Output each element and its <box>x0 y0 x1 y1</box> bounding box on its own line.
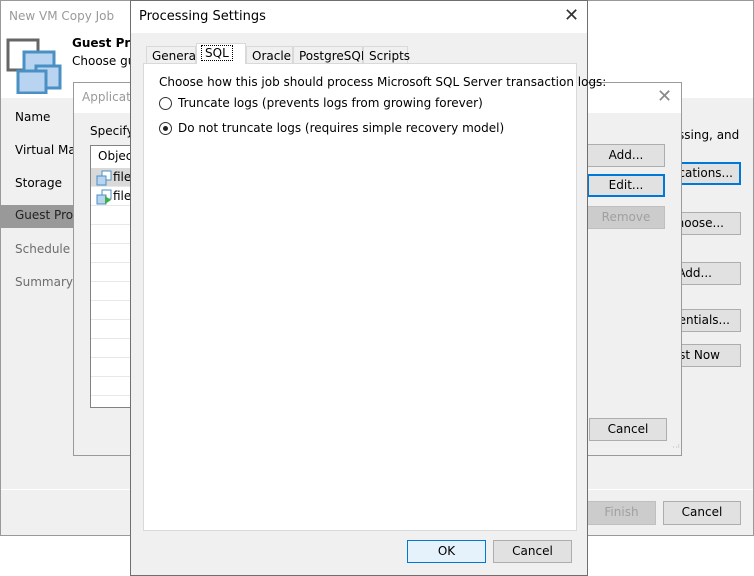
truncate-logs-option[interactable]: Truncate logs (prevents logs from growin… <box>159 96 559 112</box>
nav-storage[interactable]: Storage <box>1 173 75 196</box>
tab-sql-label: SQL <box>201 45 233 61</box>
tab-scripts[interactable]: Scripts <box>363 46 410 64</box>
app-cancel-button[interactable]: Cancel <box>589 418 667 441</box>
app-dialog-close-icon[interactable]: ✕ <box>657 88 672 106</box>
nav-name[interactable]: Name <box>1 107 75 130</box>
nav-summary[interactable]: Summary <box>1 272 75 295</box>
nav-schedule[interactable]: Schedule <box>1 239 75 262</box>
tab-general[interactable]: General <box>146 46 199 64</box>
step-subtitle: Choose gu <box>72 54 136 68</box>
vm-icon <box>96 170 112 186</box>
list-item-name: file <box>113 189 132 203</box>
guest-processing-description: ssing, and <box>678 128 740 142</box>
truncate-logs-label: Truncate logs (prevents logs from growin… <box>178 96 483 110</box>
nav-virtual-machines[interactable]: Virtual Mac <box>1 140 75 163</box>
list-item-name: file <box>113 170 132 184</box>
finish-button[interactable]: Finish <box>587 501 656 525</box>
do-not-truncate-radio[interactable] <box>159 122 172 135</box>
tab-sql[interactable]: SQL <box>196 43 246 64</box>
resize-grip-icon[interactable]: ⠠⠴ <box>670 443 680 452</box>
sql-tab-panel: Choose how this job should process Micro… <box>143 63 606 531</box>
vm-running-icon <box>96 189 112 205</box>
app-add-button[interactable]: Add... <box>587 144 665 167</box>
tab-postgresql[interactable]: PostgreSQL <box>293 46 368 64</box>
sql-prompt: Choose how this job should process Micro… <box>159 75 607 89</box>
dialog-title: Processing Settings <box>131 1 587 33</box>
app-remove-button[interactable]: Remove <box>587 206 665 229</box>
specify-label: Specify <box>90 124 134 138</box>
app-edit-button[interactable]: Edit... <box>587 174 665 197</box>
close-icon[interactable]: ✕ <box>564 7 579 25</box>
cancel-button[interactable]: Cancel <box>493 540 572 563</box>
wizard-cancel-button[interactable]: Cancel <box>663 501 741 525</box>
tab-oracle[interactable]: Oracle <box>246 46 293 64</box>
ok-button[interactable]: OK <box>407 540 486 563</box>
do-not-truncate-label: Do not truncate logs (requires simple re… <box>178 121 505 135</box>
processing-settings-dialog: Processing Settings ✕ General SQL Oracle… <box>130 0 606 576</box>
truncate-logs-radio[interactable] <box>159 97 172 110</box>
nav-guest-processing[interactable]: Guest Proc <box>1 205 75 228</box>
do-not-truncate-option[interactable]: Do not truncate logs (requires simple re… <box>159 121 559 137</box>
vm-copy-icon <box>6 38 62 94</box>
